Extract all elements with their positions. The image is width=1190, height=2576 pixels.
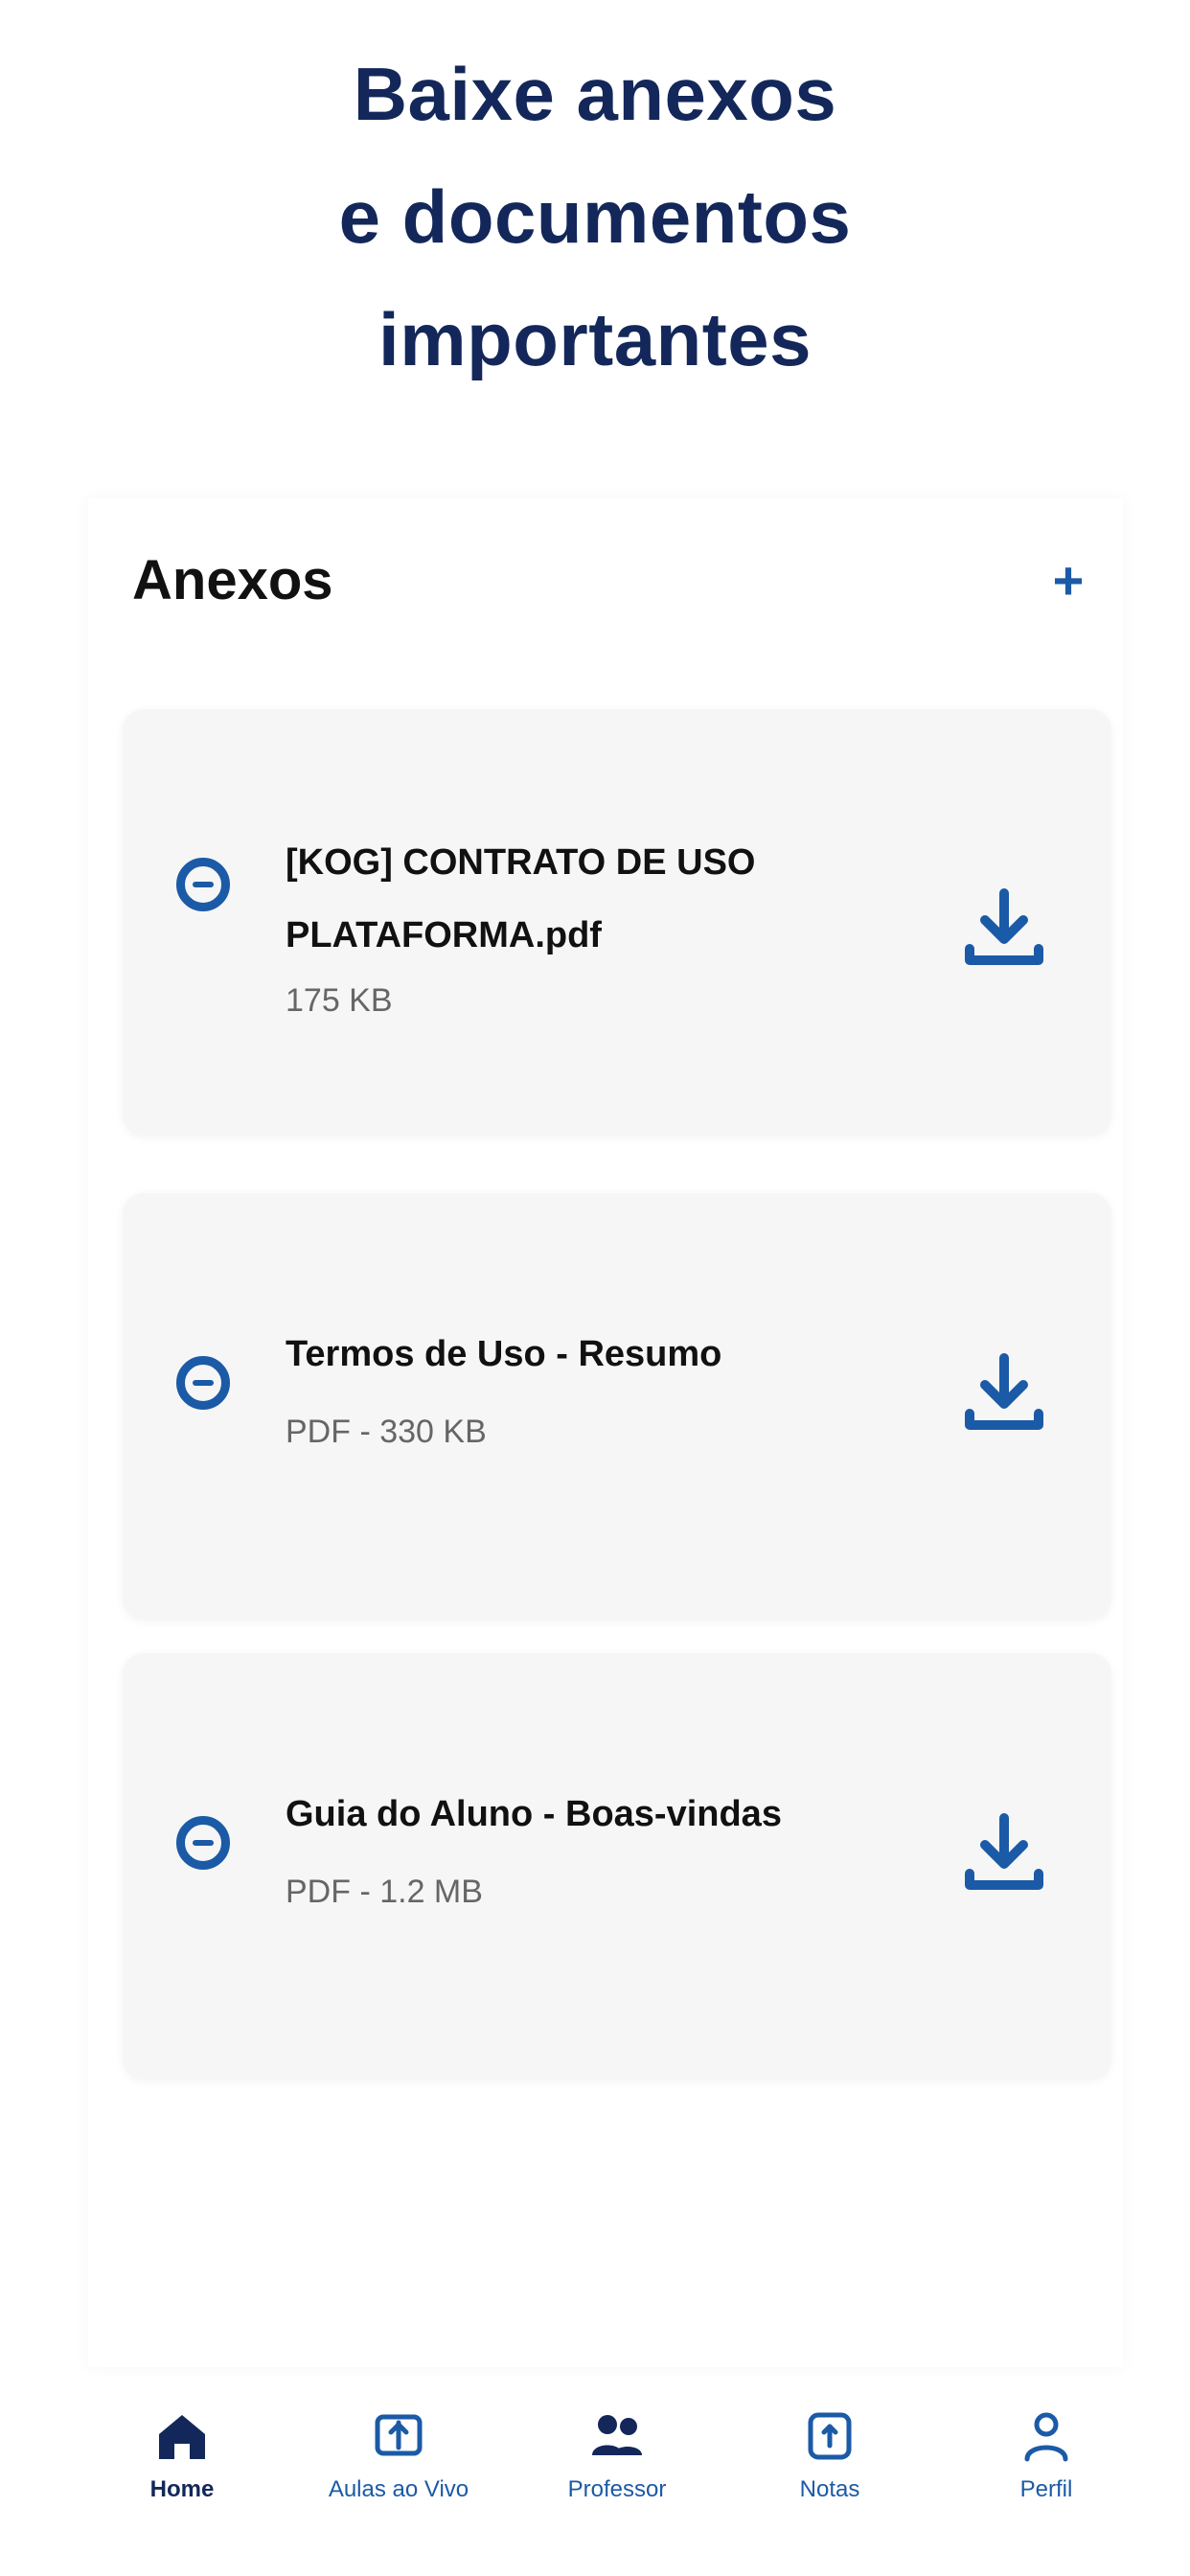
attachment-name: Termos de Uso - Resumo [286,1334,722,1374]
hero-title-line-2: e documentos [338,174,852,259]
hero-title: Baixe anexos e documentos importantes [0,33,1190,401]
profile-icon [1024,2412,1068,2462]
teacher-icon [592,2415,642,2455]
attachment-size: 175 KB [286,982,393,1019]
attachment-card[interactable]: [KOG] CONTRATO DE USO PLATAFORMA.pdf 175… [123,709,1111,1136]
home-icon [159,2415,205,2459]
attachment-size: PDF - 1.2 MB [286,1874,483,1910]
nav-label-teacher: Professor [567,2476,667,2502]
nav-item-live-classes[interactable]: Aulas ao Vivo [303,2405,494,2540]
bottom-nav: Home Aulas ao Vivo Professor Notas Perfi… [0,2377,1190,2576]
document-icon [176,1356,230,1410]
nav-item-teacher[interactable]: Professor [521,2405,713,2540]
document-icon [176,858,230,911]
download-button[interactable] [956,1806,1052,1902]
attachment-card[interactable]: Guia do Aluno - Boas-vindas PDF - 1.2 MB [123,1653,1111,2080]
download-icon [965,1353,1043,1430]
download-icon [965,888,1043,965]
download-button[interactable] [956,1346,1052,1442]
notes-icon [808,2412,852,2460]
nav-item-profile[interactable]: Perfil [950,2405,1142,2540]
attachment-name: Guia do Aluno - Boas-vindas [286,1794,782,1834]
nav-item-notes[interactable]: Notas [734,2405,926,2540]
nav-label-home: Home [149,2476,215,2502]
live-class-icon [375,2414,423,2456]
add-attachment-button[interactable]: + [1040,550,1097,610]
download-button[interactable] [956,882,1052,978]
hero-title-line-1: Baixe anexos [353,52,837,136]
document-icon [176,1816,230,1870]
attachment-name: [KOG] CONTRATO DE USO PLATAFORMA.pdf [286,842,756,955]
nav-label-profile: Perfil [1019,2476,1073,2502]
attachment-card[interactable]: Termos de Uso - Resumo PDF - 330 KB [123,1193,1111,1620]
attachment-size: PDF - 330 KB [286,1414,487,1450]
download-icon [965,1813,1043,1890]
hero-title-line-3: importantes [378,297,812,381]
section-title: Anexos [132,549,333,611]
nav-label-live-classes: Aulas ao Vivo [328,2476,469,2502]
nav-item-home[interactable]: Home [86,2405,278,2540]
screen: Baixe anexos e documentos importantes An… [0,0,1190,2576]
nav-label-notes: Notas [799,2476,860,2502]
